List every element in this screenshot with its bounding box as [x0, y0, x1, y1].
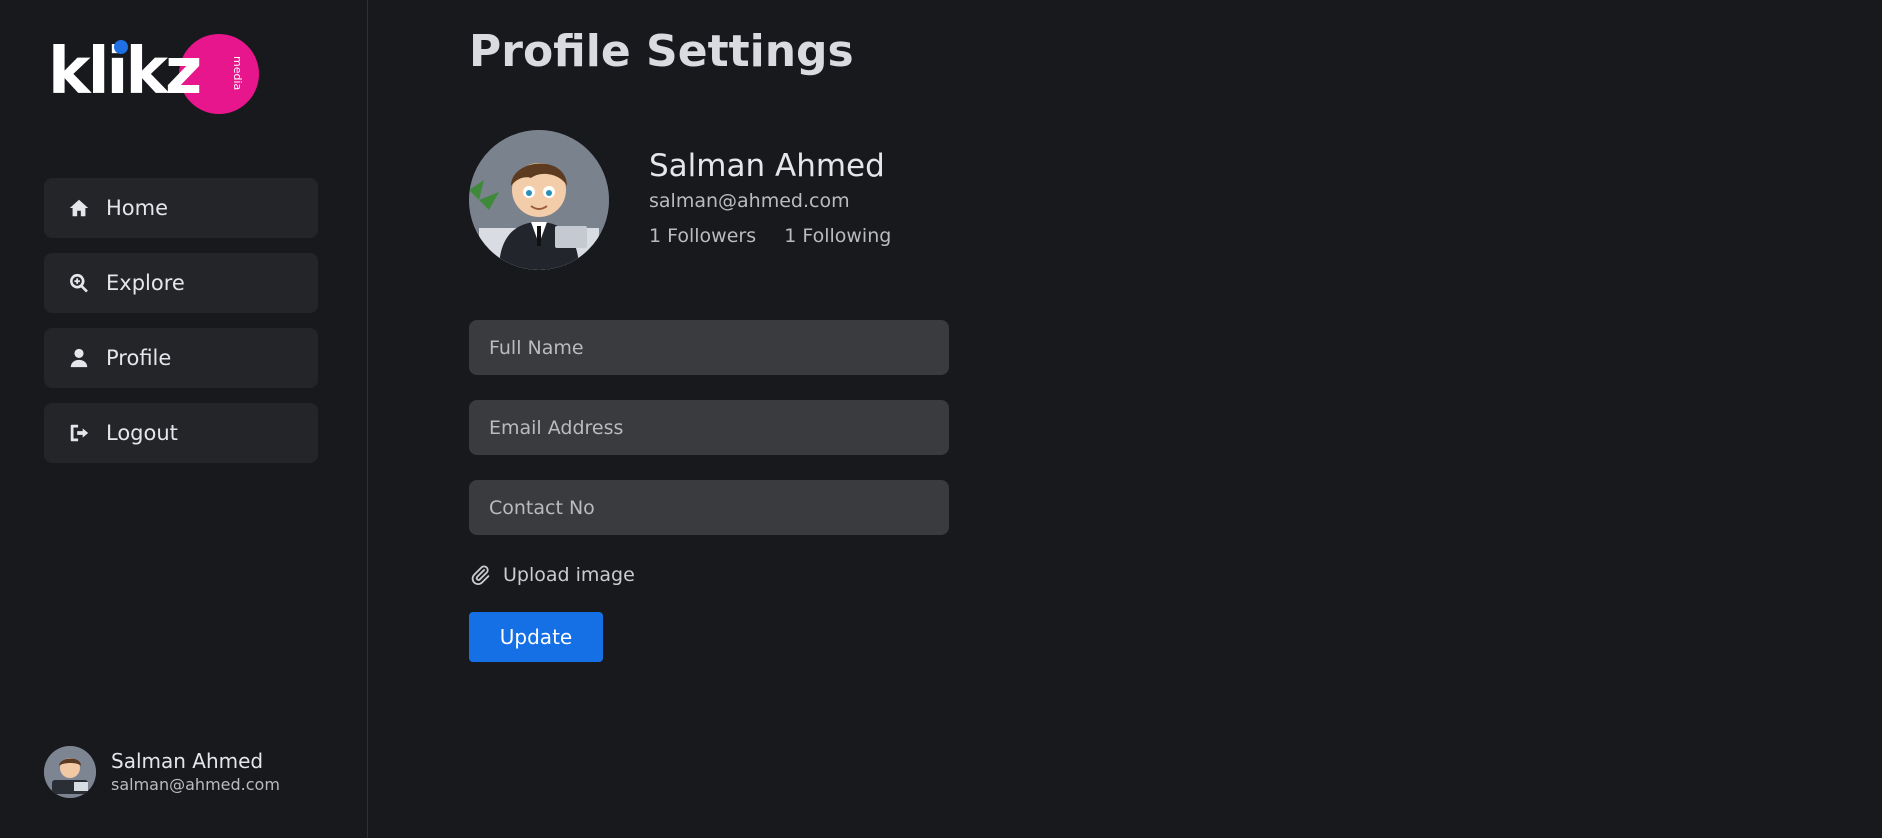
contact-input[interactable]	[469, 480, 949, 535]
sidebar-item-logout[interactable]: Logout	[44, 403, 318, 463]
sidebar-item-label: Home	[106, 196, 169, 220]
avatar	[44, 746, 96, 798]
sidebar-nav: Home Explore Profile Logout	[44, 178, 318, 478]
logo[interactable]: klikz media	[48, 30, 259, 116]
home-icon	[66, 195, 92, 221]
sidebar-item-home[interactable]: Home	[44, 178, 318, 238]
profile-name: Salman Ahmed	[649, 148, 885, 184]
page-title: Profile Settings	[469, 26, 854, 77]
following-count[interactable]: 1 Following	[784, 225, 891, 247]
paperclip-icon	[471, 565, 490, 586]
upload-label: Upload image	[503, 564, 635, 586]
sidebar-item-label: Profile	[106, 346, 172, 370]
full-name-input[interactable]	[469, 320, 949, 375]
search-plus-icon	[66, 270, 92, 296]
sidebar-user-info: Salman Ahmed salman@ahmed.com	[111, 748, 280, 796]
sidebar-item-label: Explore	[106, 271, 185, 295]
email-input[interactable]	[469, 400, 949, 455]
profile-form: Upload image Update	[469, 320, 949, 662]
profile-stats: 1 Followers 1 Following	[649, 225, 913, 247]
user-icon	[66, 345, 92, 371]
followers-count[interactable]: 1 Followers	[649, 225, 756, 247]
app: klikz media Home Explore Profile Logout …	[0, 0, 1882, 838]
logo-subtext: media	[231, 56, 244, 91]
sidebar-item-explore[interactable]: Explore	[44, 253, 318, 313]
sidebar-item-profile[interactable]: Profile	[44, 328, 318, 388]
profile-avatar	[469, 130, 609, 270]
sidebar-item-label: Logout	[106, 421, 178, 445]
update-button[interactable]: Update	[469, 612, 603, 662]
logout-icon	[66, 420, 92, 446]
sidebar-user-name: Salman Ahmed	[111, 749, 264, 773]
profile-email: salman@ahmed.com	[649, 190, 850, 212]
sidebar-user[interactable]: Salman Ahmed salman@ahmed.com	[44, 746, 280, 798]
logo-dot	[114, 40, 128, 54]
sidebar: klikz media Home Explore Profile Logout …	[0, 0, 368, 838]
profile-header: Salman Ahmed salman@ahmed.com 1 Follower…	[469, 130, 1069, 270]
sidebar-user-email: salman@ahmed.com	[111, 775, 280, 794]
upload-image-button[interactable]: Upload image	[469, 560, 949, 590]
